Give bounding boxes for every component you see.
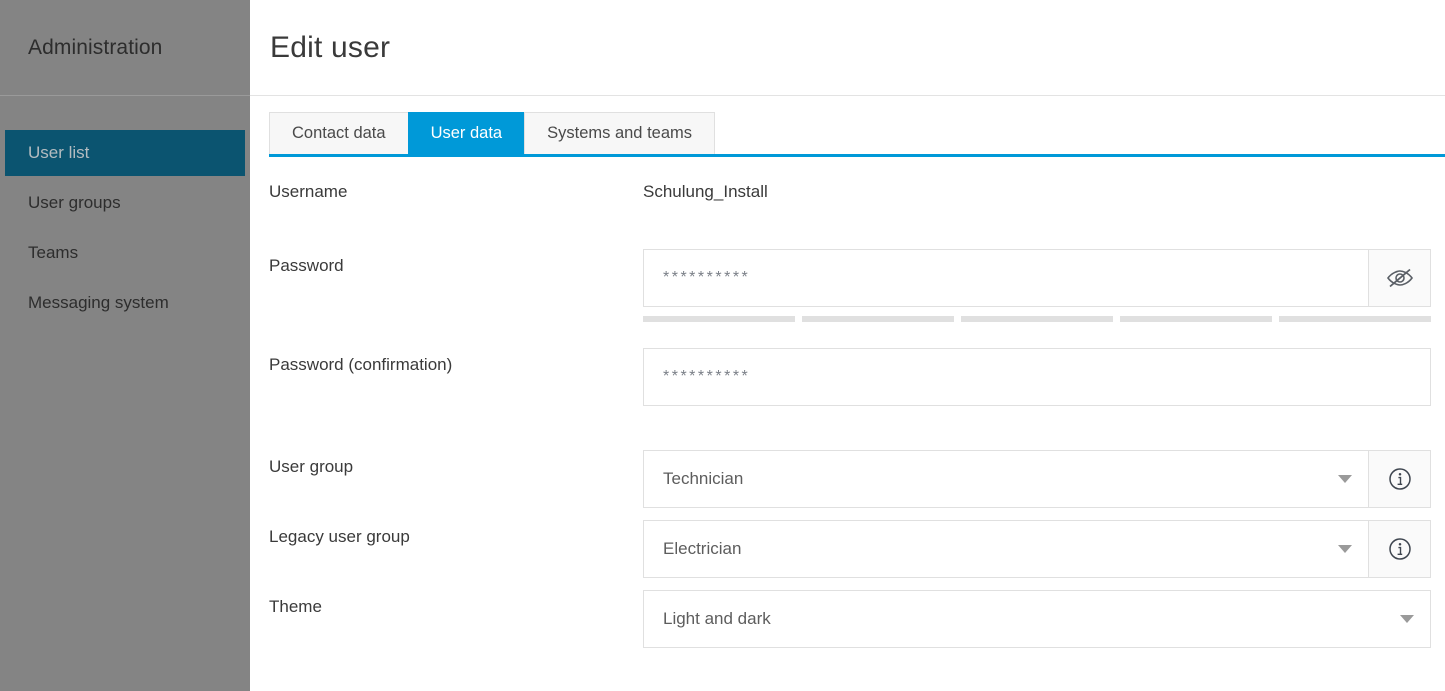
username-label: Username bbox=[269, 182, 348, 201]
password-label: Password bbox=[269, 256, 344, 275]
tab-systems-and-teams[interactable]: Systems and teams bbox=[524, 112, 715, 154]
theme-input-group: Light and dark bbox=[643, 590, 1431, 648]
password-field-area: ********** bbox=[643, 249, 1445, 322]
info-circle-icon bbox=[1387, 536, 1413, 562]
application-window: Administration User list User groups Tea… bbox=[0, 0, 1445, 691]
main-content: Edit user Contact data User data Systems… bbox=[250, 0, 1445, 691]
tab-bar-wrapper: Contact data User data Systems and teams bbox=[250, 96, 1445, 157]
sidebar-nav: User list User groups Teams Messaging sy… bbox=[0, 96, 250, 326]
password-confirmation-input-group: ********** bbox=[643, 348, 1431, 406]
password-input[interactable]: ********** bbox=[643, 249, 1369, 307]
form-row-password-confirmation: Password (confirmation) ********** bbox=[250, 348, 1445, 406]
password-confirmation-input[interactable]: ********** bbox=[643, 348, 1431, 406]
form-row-password: Password ********** bbox=[250, 249, 1445, 322]
chevron-down-icon bbox=[1338, 475, 1352, 483]
eye-slash-icon bbox=[1385, 266, 1415, 290]
sidebar: Administration User list User groups Tea… bbox=[0, 0, 250, 691]
sidebar-item-messaging-system[interactable]: Messaging system bbox=[5, 280, 245, 326]
sidebar-item-user-groups[interactable]: User groups bbox=[5, 180, 245, 226]
user-group-info-button[interactable] bbox=[1369, 450, 1431, 508]
sidebar-item-label: User list bbox=[28, 143, 90, 162]
password-strength-segment bbox=[802, 316, 954, 322]
tab-label: User data bbox=[430, 124, 503, 142]
password-strength-segment bbox=[1120, 316, 1272, 322]
tab-bar: Contact data User data Systems and teams bbox=[250, 112, 1445, 154]
theme-selected-value: Light and dark bbox=[663, 609, 771, 628]
username-value-area: Schulung_Install bbox=[643, 175, 1445, 203]
password-confirmation-field-area: ********** bbox=[643, 348, 1445, 406]
user-group-field-area: Technician bbox=[643, 450, 1445, 508]
password-confirmation-label: Password (confirmation) bbox=[269, 355, 453, 374]
tab-label: Systems and teams bbox=[547, 124, 692, 142]
legacy-user-group-select[interactable]: Electrician bbox=[643, 520, 1369, 578]
password-strength-meter bbox=[643, 316, 1431, 322]
legacy-user-group-input-group: Electrician bbox=[643, 520, 1431, 578]
tab-user-data[interactable]: User data bbox=[407, 112, 526, 154]
password-strength-segment bbox=[1279, 316, 1431, 322]
password-input-group: ********** bbox=[643, 249, 1431, 307]
password-strength-segment bbox=[643, 316, 795, 322]
password-strength-segment bbox=[961, 316, 1113, 322]
form-row-user-group: User group Technician bbox=[250, 450, 1445, 508]
legacy-user-group-label: Legacy user group bbox=[269, 527, 410, 546]
info-circle-icon bbox=[1387, 466, 1413, 492]
sidebar-item-label: Messaging system bbox=[28, 293, 169, 312]
theme-select[interactable]: Light and dark bbox=[643, 590, 1431, 648]
sidebar-header: Administration bbox=[0, 0, 250, 96]
sidebar-item-label: User groups bbox=[28, 193, 121, 212]
theme-field-area: Light and dark bbox=[643, 590, 1445, 648]
form-row-username: Username Schulung_Install bbox=[250, 175, 1445, 223]
username-value: Schulung_Install bbox=[643, 182, 768, 201]
chevron-down-icon bbox=[1338, 545, 1352, 553]
sidebar-item-teams[interactable]: Teams bbox=[5, 230, 245, 276]
legacy-user-group-info-button[interactable] bbox=[1369, 520, 1431, 578]
user-group-selected-value: Technician bbox=[663, 469, 744, 488]
chevron-down-icon bbox=[1400, 615, 1414, 623]
password-visibility-toggle-button[interactable] bbox=[1369, 249, 1431, 307]
password-confirmation-input-value: ********** bbox=[663, 368, 751, 385]
sidebar-item-label: Teams bbox=[28, 243, 79, 262]
user-group-input-group: Technician bbox=[643, 450, 1431, 508]
legacy-user-group-field-area: Electrician bbox=[643, 520, 1445, 578]
form-row-legacy-user-group: Legacy user group Electrician bbox=[250, 520, 1445, 578]
user-data-form: Username Schulung_Install Password *****… bbox=[250, 157, 1445, 648]
page-title: Edit user bbox=[270, 30, 391, 64]
sidebar-item-user-list[interactable]: User list bbox=[5, 130, 245, 176]
tab-label: Contact data bbox=[292, 124, 386, 142]
user-group-label: User group bbox=[269, 457, 354, 476]
page-header: Edit user bbox=[250, 0, 1445, 96]
user-group-select[interactable]: Technician bbox=[643, 450, 1369, 508]
legacy-user-group-selected-value: Electrician bbox=[663, 539, 742, 558]
tab-contact-data[interactable]: Contact data bbox=[269, 112, 409, 154]
theme-label: Theme bbox=[269, 597, 322, 616]
form-row-theme: Theme Light and dark bbox=[250, 590, 1445, 648]
sidebar-title: Administration bbox=[28, 35, 163, 59]
password-input-value: ********** bbox=[663, 269, 751, 286]
